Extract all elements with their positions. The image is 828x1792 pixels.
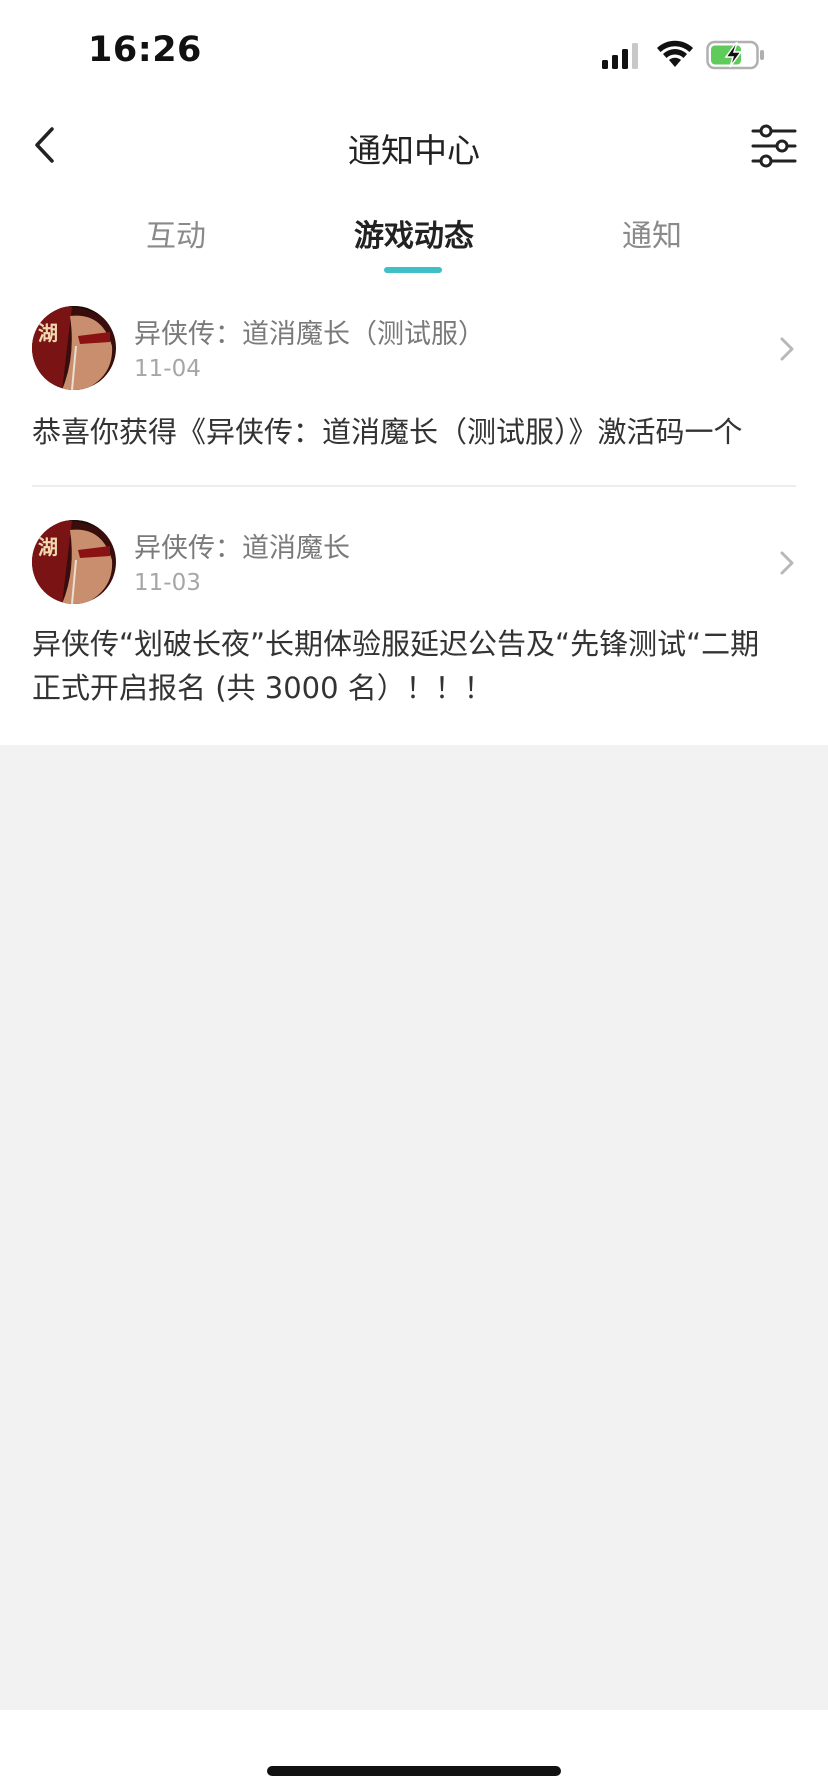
notification-date: 11-04 [134, 356, 201, 382]
tab-notification[interactable]: 通知 [562, 211, 742, 255]
filter-settings-button[interactable] [750, 122, 798, 170]
svg-text:湖: 湖 [38, 535, 58, 559]
content-panel: 16:26 通知中心 互动 游戏动态 通知 湖 异侠传：道消魔长（测试服） 11… [0, 0, 828, 745]
tab-game-news[interactable]: 游戏动态 [324, 211, 504, 255]
page-title: 通知中心 [348, 131, 480, 170]
status-icons [602, 38, 772, 74]
sliders-icon [751, 124, 797, 168]
notification-content: 异侠传“划破长夜”长期体验服延迟公告及“先锋测试“二期 正式开启报名 (共 30… [32, 622, 802, 710]
notification-item[interactable]: 湖 异侠传：道消魔长（测试服） 11-04 恭喜你获得《异侠传：道消魔长（测试服… [0, 290, 828, 488]
battery-charging-icon [706, 40, 764, 70]
tab-bar: 互动 游戏动态 通知 [0, 205, 828, 285]
notification-list: 湖 异侠传：道消魔长（测试服） 11-04 恭喜你获得《异侠传：道消魔长（测试服… [0, 290, 828, 745]
svg-text:湖: 湖 [38, 321, 58, 345]
home-indicator[interactable] [267, 1766, 561, 1776]
home-indicator-area [0, 1710, 828, 1792]
game-avatar: 湖 [32, 520, 116, 604]
signal-icon [602, 43, 638, 69]
chevron-right-icon [780, 337, 794, 361]
game-name: 异侠传：道消魔长 [134, 533, 350, 564]
game-avatar: 湖 [32, 306, 116, 390]
notification-content-line: 异侠传“划破长夜”长期体验服延迟公告及“先锋测试“二期 [32, 627, 760, 661]
notification-item[interactable]: 湖 异侠传：道消魔长 11-03 异侠传“划破长夜”长期体验服延迟公告及“先锋测… [0, 488, 828, 745]
status-time: 16:26 [88, 30, 202, 70]
wifi-icon [657, 40, 693, 67]
status-bar: 16:26 [0, 0, 828, 100]
tab-interaction[interactable]: 互动 [86, 211, 266, 255]
notification-content-line: 正式开启报名 (共 3000 名）！！！ [32, 671, 493, 705]
active-tab-indicator [384, 267, 442, 273]
chevron-right-icon [780, 551, 794, 575]
game-name: 异侠传：道消魔长（测试服） [134, 319, 485, 350]
divider [32, 485, 796, 487]
notification-date: 11-03 [134, 570, 201, 596]
notification-content: 恭喜你获得《异侠传：道消魔长（测试服）》激活码一个 [32, 415, 743, 449]
navigation-bar: 通知中心 [0, 100, 828, 195]
